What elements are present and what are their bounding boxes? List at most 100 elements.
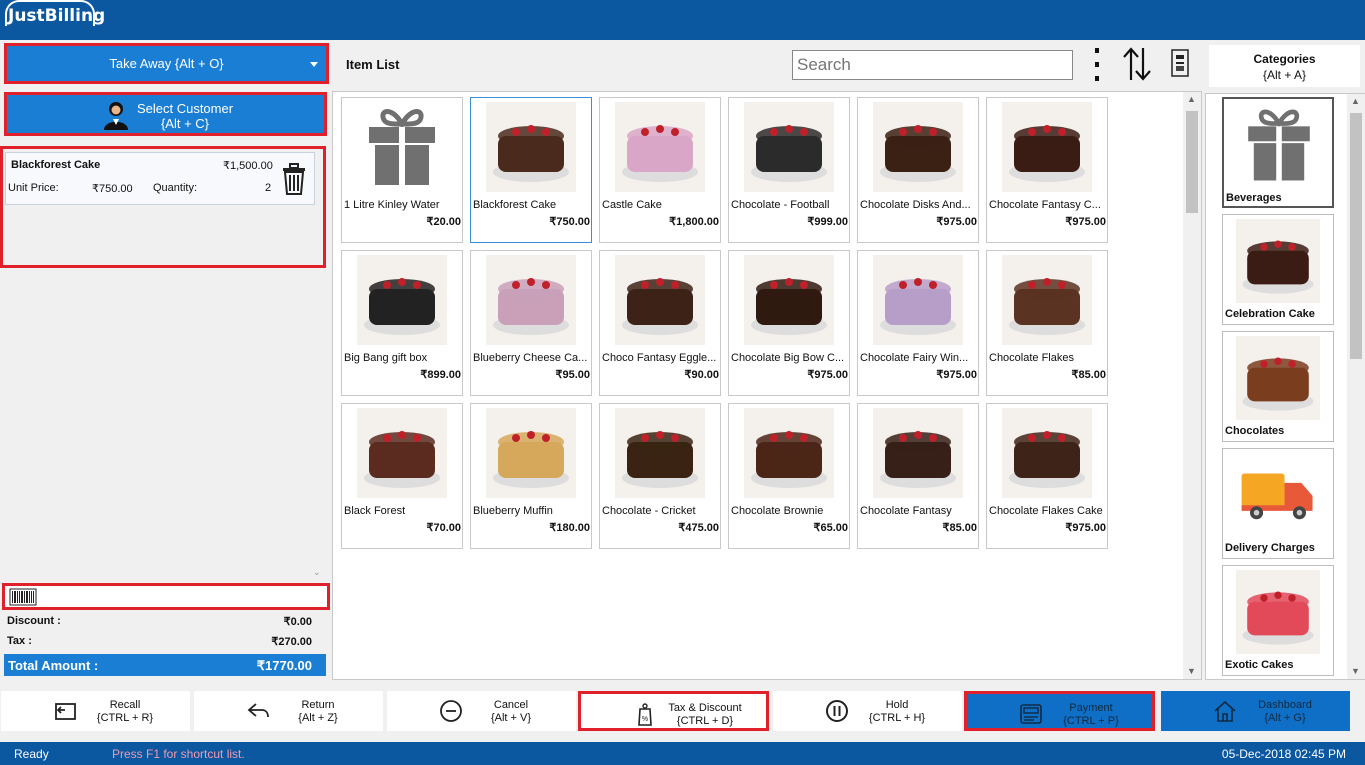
cart-line-item[interactable]: Blackforest Cake ₹1,500.00 Unit Price: ₹… — [5, 152, 315, 205]
button-label: Payment — [1069, 702, 1113, 714]
item-tile[interactable]: Chocolate - Football ₹999.00 — [728, 97, 850, 243]
item-tile[interactable]: Chocolate Fantasy C... ₹975.00 — [986, 97, 1108, 243]
order-type-label: Take Away {Alt + O} — [109, 56, 224, 71]
select-customer-button[interactable]: Select Customer {Alt + C} — [4, 92, 327, 136]
item-tile[interactable]: Castle Cake ₹1,800.00 — [599, 97, 721, 243]
item-name: Chocolate Fantasy C... — [989, 199, 1101, 211]
button-shortcut: {CTRL + R} — [96, 712, 154, 724]
payment-button[interactable]: Payment {CTRL + P} — [964, 691, 1155, 731]
category-tile[interactable]: Exotic Cakes — [1222, 565, 1334, 676]
item-image — [743, 102, 835, 192]
item-name: Chocolate - Football — [731, 199, 830, 211]
hold-button[interactable]: Hold {CTRL + H} — [773, 691, 962, 731]
app-logo: JustBilling — [5, 0, 105, 26]
sort-icon[interactable] — [1121, 46, 1155, 82]
unit-price-value: ₹750.00 — [92, 183, 133, 195]
title-bar: JustBilling — [0, 0, 1365, 40]
item-price: ₹975.00 — [936, 369, 977, 381]
category-tile[interactable]: Beverages — [1222, 97, 1334, 208]
return-icon — [246, 699, 270, 723]
item-tile[interactable]: Black Forest ₹70.00 — [341, 403, 463, 549]
item-price: ₹975.00 — [1065, 216, 1106, 228]
item-tile[interactable]: Chocolate Big Bow C... ₹975.00 — [728, 250, 850, 396]
item-tile[interactable]: Chocolate Flakes Cake ₹975.00 — [986, 403, 1108, 549]
scrollbar-thumb[interactable] — [1350, 113, 1362, 359]
chevron-down-icon — [310, 62, 318, 67]
item-name: Chocolate Flakes Cake — [989, 505, 1103, 517]
return-button[interactable]: Return {Alt + Z} — [194, 691, 383, 731]
select-customer-shortcut: {Alt + C} — [160, 116, 210, 131]
scroll-up-arrow[interactable]: ▲ — [1351, 96, 1360, 106]
status-datetime: 05-Dec-2018 02:45 PM — [1221, 747, 1346, 761]
item-tile[interactable]: Chocolate Disks And... ₹975.00 — [857, 97, 979, 243]
recall-icon — [53, 699, 77, 723]
truck-icon — [1235, 453, 1321, 537]
category-name: Chocolates — [1225, 425, 1285, 437]
quantity-label: Quantity: — [153, 182, 198, 194]
item-image — [1001, 255, 1093, 345]
category-tile[interactable]: Delivery Charges — [1222, 448, 1334, 559]
scroll-down-arrow[interactable]: ▼ — [1351, 666, 1360, 676]
quantity-value: 2 — [265, 182, 272, 194]
category-list: Beverages Celebration Cake Chocolates Deliv… — [1205, 93, 1365, 680]
item-image — [485, 255, 577, 345]
more-options-icon[interactable] — [1091, 48, 1103, 82]
category-tile[interactable]: Chocolates — [1222, 331, 1334, 442]
item-price: ₹750.00 — [549, 216, 590, 228]
item-name: Castle Cake — [602, 199, 662, 211]
dashboard-button[interactable]: Dashboard {Alt + G} — [1161, 691, 1350, 731]
item-image — [356, 408, 448, 498]
item-tile[interactable]: Choco Fantasy Eggle... ₹90.00 — [599, 250, 721, 396]
cart-list: Blackforest Cake ₹1,500.00 Unit Price: ₹… — [0, 146, 326, 268]
item-name: Chocolate Fantasy — [860, 505, 952, 517]
category-scrollbar[interactable]: ▲ ▼ — [1347, 94, 1365, 679]
item-tile[interactable]: Chocolate Flakes ₹85.00 — [986, 250, 1108, 396]
tax-value: ₹270.00 — [271, 636, 312, 648]
home-icon — [1213, 699, 1237, 723]
item-grid-scrollbar[interactable]: ▲ ▼ — [1183, 92, 1201, 679]
item-tile[interactable]: Chocolate Fairy Win... ₹975.00 — [857, 250, 979, 396]
scrollbar-thumb[interactable] — [1186, 111, 1198, 213]
item-tile[interactable]: 1 Litre Kinley Water ₹20.00 — [341, 97, 463, 243]
unit-price-label: Unit Price: — [8, 182, 59, 194]
item-tile[interactable]: Chocolate - Cricket ₹475.00 — [599, 403, 721, 549]
button-label: Hold — [885, 699, 909, 711]
category-name: Beverages — [1226, 192, 1282, 204]
item-tile[interactable]: Chocolate Fantasy ₹85.00 — [857, 403, 979, 549]
item-grid: 1 Litre Kinley Water ₹20.00 Blackforest Ca… — [332, 91, 1202, 680]
item-tile[interactable]: Big Bang gift box ₹899.00 — [341, 250, 463, 396]
barcode-input[interactable] — [2, 583, 330, 610]
cancel-button[interactable]: Cancel {Alt + V} — [387, 691, 576, 731]
item-image — [356, 255, 448, 345]
category-image — [1235, 336, 1321, 420]
item-image — [1001, 102, 1093, 192]
gift-icon — [356, 102, 448, 192]
item-price: ₹475.00 — [678, 522, 719, 534]
category-image — [1235, 219, 1321, 303]
scroll-up-arrow[interactable]: ▲ — [1187, 94, 1196, 104]
payment-icon — [1019, 702, 1043, 726]
item-tile[interactable]: Chocolate Brownie ₹65.00 — [728, 403, 850, 549]
recall-button[interactable]: Recall {CTRL + R} — [1, 691, 190, 731]
button-label: Tax & Discount — [668, 702, 742, 714]
item-tile[interactable]: Blueberry Cheese Ca... ₹95.00 — [470, 250, 592, 396]
barcode-scan-icon[interactable] — [1168, 48, 1192, 78]
item-name: Blackforest Cake — [473, 199, 557, 211]
category-tile[interactable]: Celebration Cake — [1222, 214, 1334, 325]
item-price: ₹65.00 — [813, 522, 848, 534]
order-type-dropdown[interactable]: Take Away {Alt + O} — [4, 43, 329, 84]
item-name: Chocolate Fairy Win... — [860, 352, 969, 364]
item-tile[interactable]: Blueberry Muffin ₹180.00 — [470, 403, 592, 549]
scroll-down-arrow[interactable]: ▼ — [1187, 666, 1196, 676]
item-tile[interactable]: Blackforest Cake ₹750.00 — [470, 97, 592, 243]
trash-icon[interactable] — [281, 163, 307, 195]
button-label: Return — [301, 699, 335, 711]
categories-header[interactable]: Categories {Alt + A} — [1209, 45, 1360, 87]
item-image — [614, 102, 706, 192]
tax-discount-button[interactable]: % Tax & Discount {CTRL + D} — [578, 691, 769, 731]
categories-shortcut: {Alt + A} — [1262, 68, 1307, 82]
item-image — [743, 255, 835, 345]
categories-title: Categories — [1253, 52, 1316, 66]
scroll-down-arrow[interactable]: ⌄ — [313, 567, 321, 578]
search-input[interactable] — [792, 50, 1073, 80]
